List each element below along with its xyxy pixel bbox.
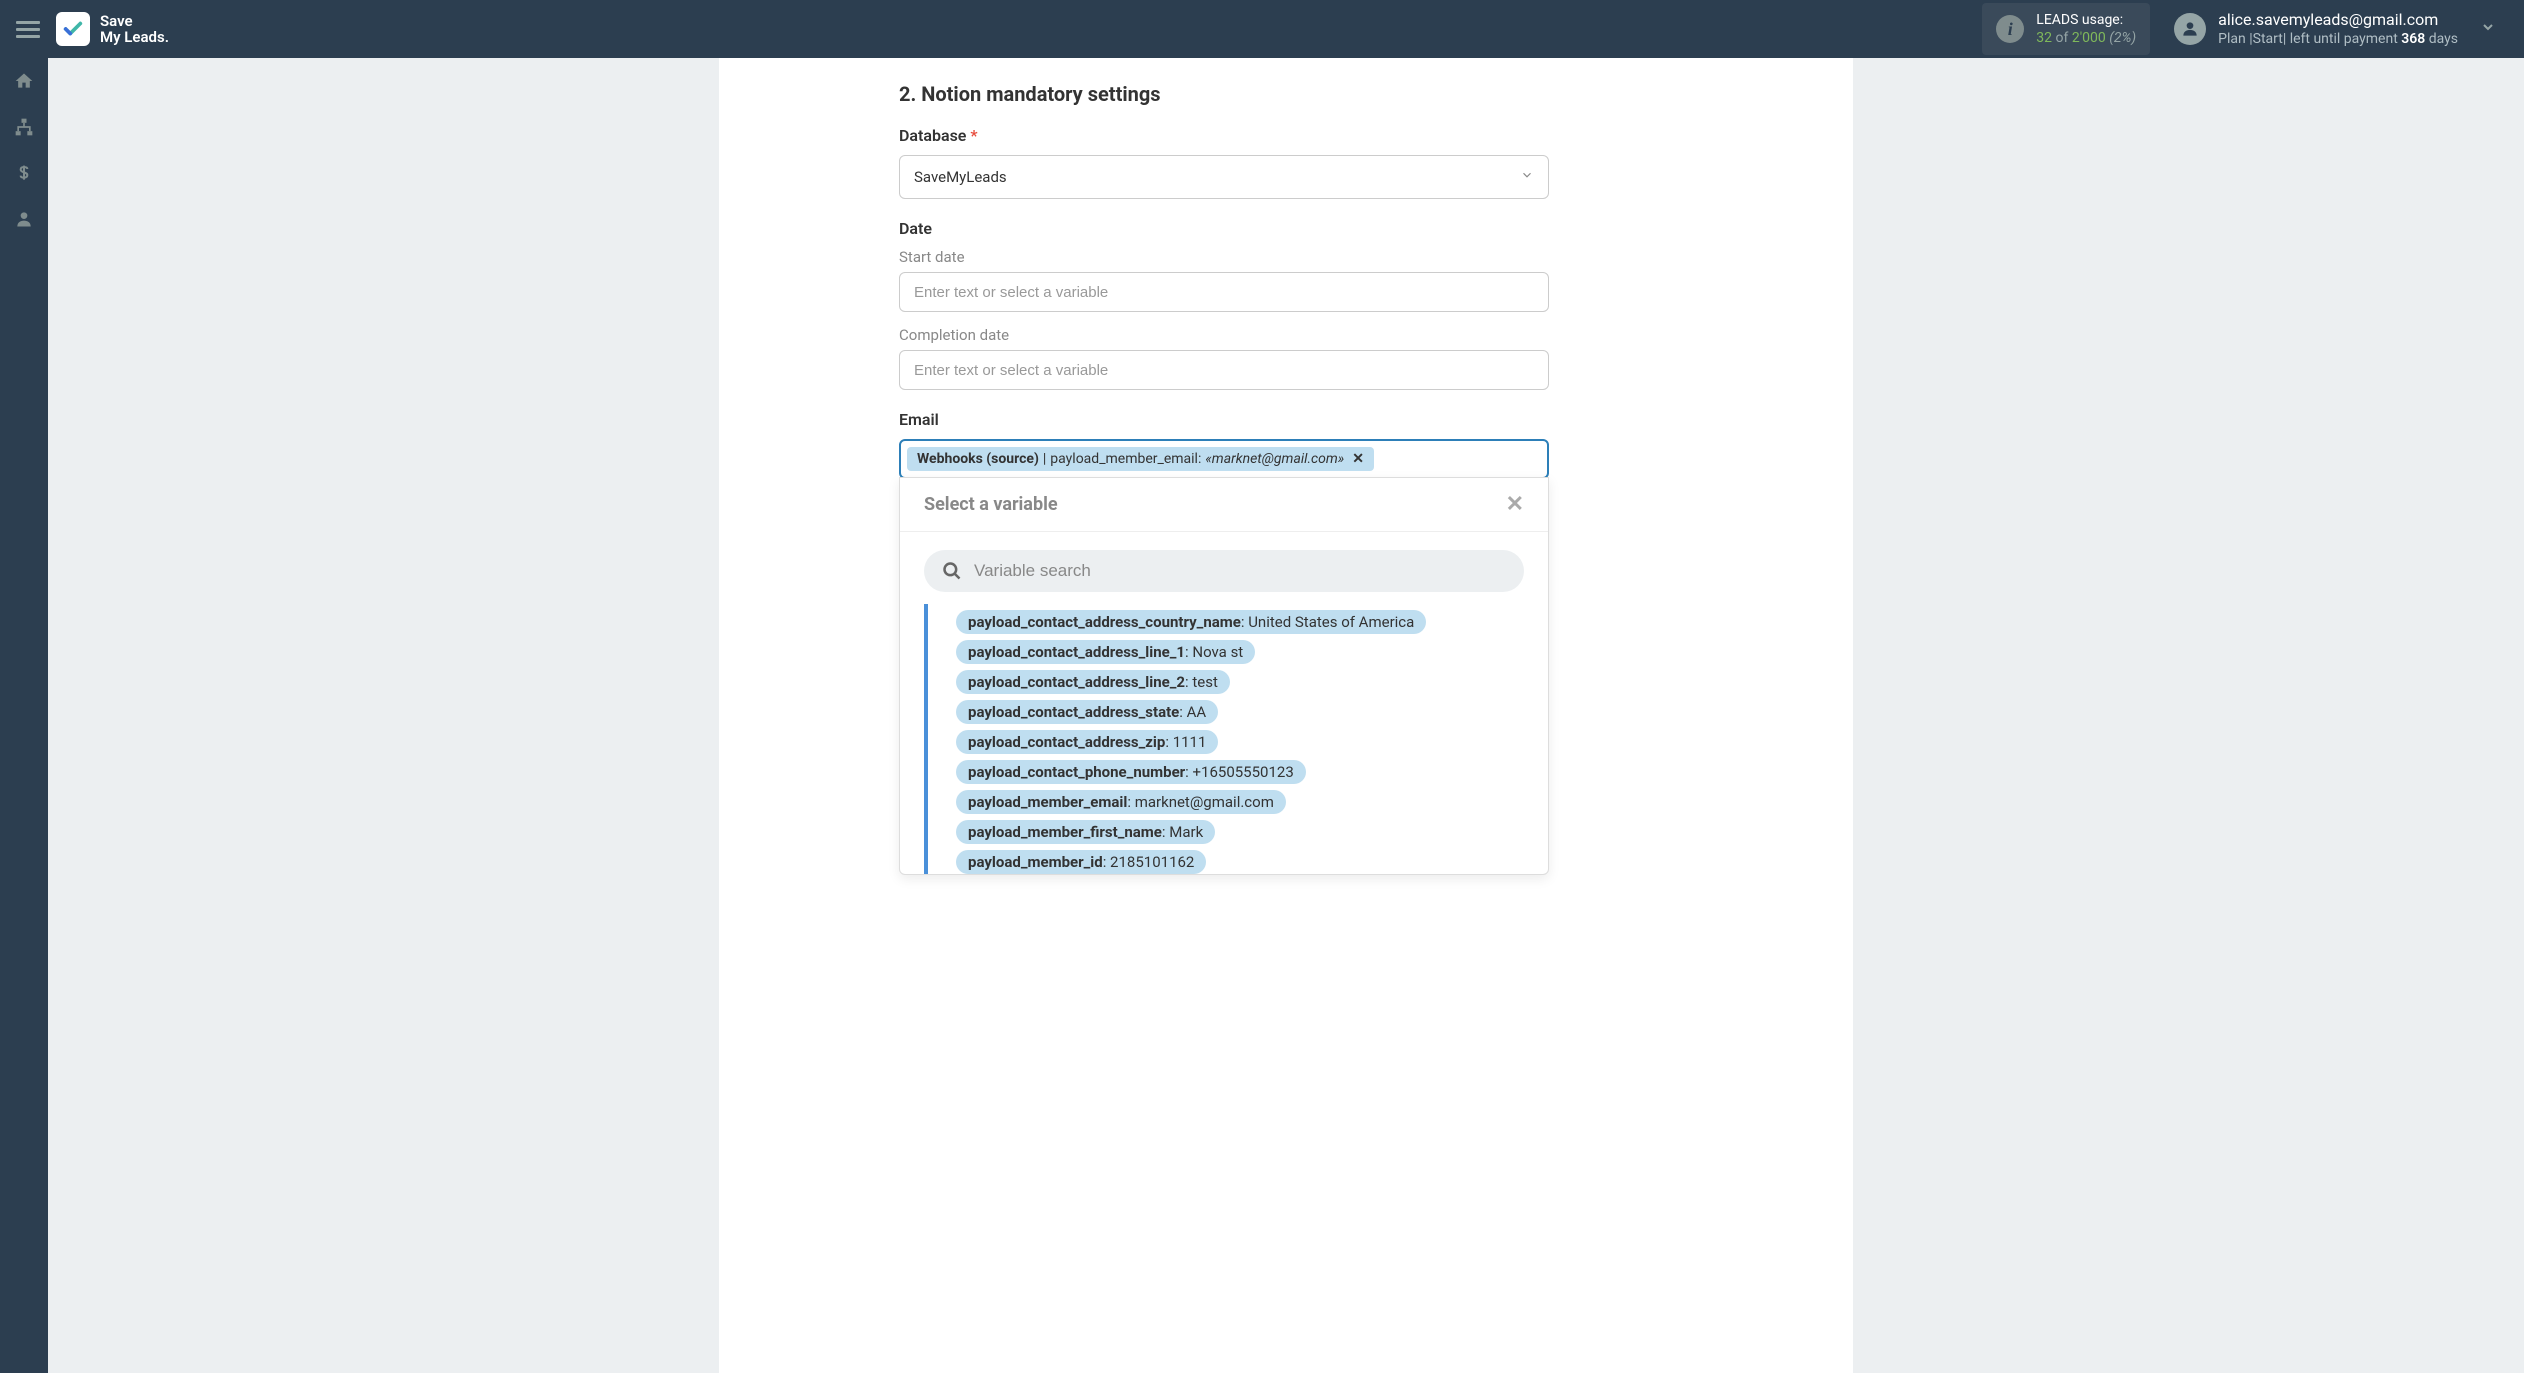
- variable-option[interactable]: payload_member_first_name: Mark: [956, 820, 1215, 844]
- sidebar-item-home[interactable]: [0, 58, 48, 104]
- database-label: Database *: [899, 126, 1549, 145]
- usage-indicator[interactable]: i LEADS usage: 32 of 2'000 (2%): [1982, 3, 2150, 55]
- app-name: Save My Leads.: [100, 13, 169, 46]
- sitemap-icon: [14, 117, 34, 137]
- main-content: 2. Notion mandatory settings Database * …: [48, 58, 2524, 1373]
- sidebar-item-account[interactable]: [0, 196, 48, 242]
- sidebar-item-connections[interactable]: [0, 104, 48, 150]
- section-title: 2. Notion mandatory settings: [899, 82, 1549, 106]
- sidebar-nav: [0, 58, 48, 1373]
- user-menu[interactable]: alice.savemyleads@gmail.com Plan |Start|…: [2174, 10, 2496, 49]
- top-header: Save My Leads. i LEADS usage: 32 of 2'00…: [0, 0, 2524, 58]
- search-icon: [942, 561, 962, 581]
- user-email: alice.savemyleads@gmail.com: [2218, 10, 2458, 31]
- variable-option[interactable]: payload_contact_address_state: AA: [956, 700, 1218, 724]
- completion-date-label: Completion date: [899, 326, 1549, 344]
- usage-label: LEADS usage:: [2036, 11, 2136, 29]
- email-input[interactable]: Webhooks (source) | payload_member_email…: [899, 439, 1549, 479]
- variable-option[interactable]: payload_contact_address_zip: 1111: [956, 730, 1218, 754]
- email-label: Email: [899, 410, 1549, 429]
- start-date-label: Start date: [899, 248, 1549, 266]
- user-icon: [14, 209, 34, 229]
- variable-search[interactable]: [924, 550, 1524, 592]
- sidebar-item-billing[interactable]: [0, 150, 48, 196]
- variable-chip[interactable]: Webhooks (source) | payload_member_email…: [907, 447, 1374, 471]
- start-date-input[interactable]: [899, 272, 1549, 312]
- variable-option[interactable]: payload_contact_address_line_1: Nova st: [956, 640, 1255, 664]
- dollar-icon: [16, 163, 32, 183]
- dropdown-close-icon[interactable]: ✕: [1506, 492, 1524, 517]
- avatar-icon: [2174, 13, 2206, 45]
- usage-value: 32 of 2'000 (2%): [2036, 29, 2136, 47]
- app-logo[interactable]: [56, 12, 90, 46]
- home-icon: [14, 71, 34, 91]
- variable-option[interactable]: payload_contact_address_line_2: test: [956, 670, 1230, 694]
- info-icon: i: [1996, 15, 2024, 43]
- user-plan: Plan |Start| left until payment 368 days: [2218, 30, 2458, 48]
- variable-option[interactable]: payload_contact_address_country_name: Un…: [956, 610, 1426, 634]
- database-select[interactable]: SaveMyLeads: [899, 155, 1549, 199]
- completion-date-input[interactable]: [899, 350, 1549, 390]
- dropdown-title: Select a variable: [924, 494, 1058, 515]
- chevron-down-icon: [2480, 19, 2496, 39]
- variable-dropdown: Select a variable ✕: [899, 477, 1549, 875]
- database-value: SaveMyLeads: [914, 168, 1007, 186]
- variable-search-input[interactable]: [974, 561, 1506, 581]
- date-label: Date: [899, 219, 1549, 238]
- variable-option[interactable]: payload_member_id: 2185101162: [956, 850, 1206, 874]
- chevron-down-icon: [1520, 168, 1534, 186]
- checkmark-icon: [62, 18, 84, 40]
- variable-option[interactable]: payload_member_email: marknet@gmail.com: [956, 790, 1286, 814]
- hamburger-menu-icon[interactable]: [16, 17, 40, 41]
- variable-list[interactable]: payload_contact_address_country_name: Un…: [924, 604, 1538, 874]
- variable-option[interactable]: payload_contact_phone_number: +165055501…: [956, 760, 1306, 784]
- chip-remove-icon[interactable]: ✕: [1352, 451, 1364, 467]
- chip-source: Webhooks (source): [917, 451, 1039, 467]
